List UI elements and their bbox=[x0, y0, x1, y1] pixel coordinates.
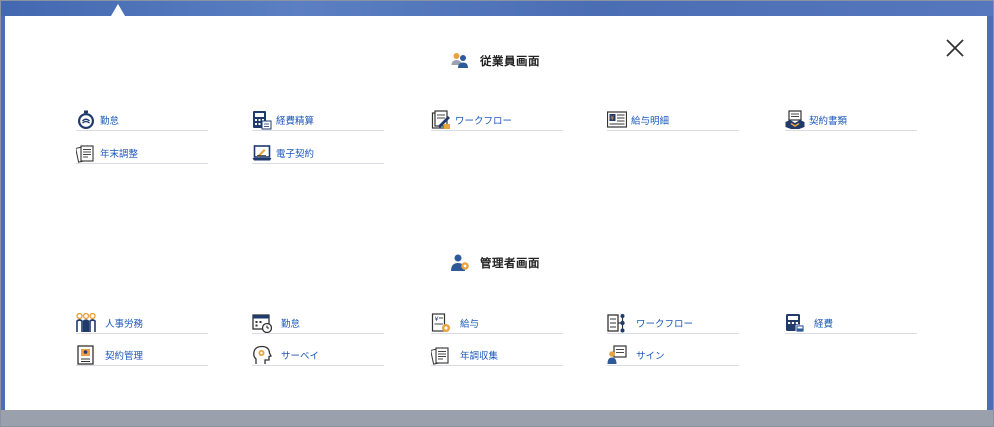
menu-item-payslip[interactable]: ¥ 給与明細 bbox=[607, 109, 739, 131]
menu-item-label: 人事労務 bbox=[105, 318, 144, 330]
menu-pointer-arrow bbox=[111, 4, 125, 16]
calendar-clock-icon bbox=[252, 313, 272, 333]
survey-head-icon bbox=[253, 345, 272, 364]
menu-item-contract-docs[interactable]: 契約書類 bbox=[785, 109, 917, 131]
menu-item-contract-management[interactable]: 契約管理 bbox=[76, 344, 208, 366]
menu-item-label: 契約管理 bbox=[105, 350, 144, 362]
employee-section-header: 従業員画面 bbox=[450, 51, 540, 71]
calculator-icon bbox=[786, 313, 805, 332]
menu-item-survey[interactable]: サーベイ bbox=[252, 344, 384, 366]
employee-section-title: 従業員画面 bbox=[480, 54, 540, 68]
menu-item-workflow[interactable]: ワークフロー bbox=[431, 109, 563, 131]
menu-item-expense[interactable]: 経費精算 bbox=[252, 109, 384, 131]
menu-item-e-contract[interactable]: 電子契約 bbox=[252, 142, 384, 164]
menu-item-label: 電子契約 bbox=[276, 148, 315, 160]
flowchart-icon bbox=[607, 313, 625, 332]
menu-item-admin-attendance[interactable]: 勤怠 bbox=[252, 312, 384, 334]
e-sign-laptop-icon bbox=[252, 144, 272, 160]
menu-item-label: ワークフロー bbox=[455, 115, 513, 127]
menu-item-label: サイン bbox=[636, 350, 665, 362]
menu-item-admin-workflow[interactable]: ワークフロー bbox=[607, 312, 739, 334]
menu-item-year-end-adjustment[interactable]: 年末調整 bbox=[76, 142, 208, 164]
close-button[interactable] bbox=[942, 35, 968, 61]
approval-document-icon bbox=[431, 109, 450, 129]
admin-section-title: 管理者画面 bbox=[480, 256, 540, 270]
menu-item-sign[interactable]: サイン bbox=[607, 344, 739, 366]
close-icon bbox=[946, 39, 964, 57]
menu-item-year-end-collection[interactable]: 年調収集 bbox=[431, 344, 563, 366]
menu-item-label: 勤怠 bbox=[100, 115, 120, 127]
calculator-document-icon bbox=[253, 110, 272, 129]
handshake-document-icon bbox=[785, 109, 805, 129]
menu-item-label: 経費 bbox=[814, 318, 834, 330]
menu-item-label: ワークフロー bbox=[636, 318, 694, 330]
payslip-icon: ¥ bbox=[607, 110, 627, 128]
menu-item-label: 年調収集 bbox=[460, 350, 499, 362]
tax-collection-icon bbox=[431, 346, 449, 365]
tax-forms-icon bbox=[76, 144, 94, 163]
menu-item-admin-expense[interactable]: 経費 bbox=[785, 312, 917, 334]
people-icon bbox=[76, 312, 96, 332]
menu-item-attendance[interactable]: 勤怠 bbox=[76, 109, 208, 131]
contract-binder-icon bbox=[77, 344, 94, 365]
menu-item-label: 契約書類 bbox=[809, 115, 848, 127]
sign-person-icon bbox=[607, 344, 627, 364]
admin-section-header: 管理者画面 bbox=[450, 253, 540, 273]
svg-text:¥: ¥ bbox=[610, 115, 614, 122]
admin-person-gear-icon bbox=[451, 254, 469, 271]
app-header-backdrop bbox=[0, 0, 994, 16]
menu-item-label: 年末調整 bbox=[100, 148, 139, 160]
menu-item-label: 給与明細 bbox=[631, 115, 670, 127]
payroll-gear-icon: ¥ bbox=[431, 312, 450, 332]
menu-item-hr-labor[interactable]: 人事労務 bbox=[76, 312, 208, 334]
svg-text:¥: ¥ bbox=[435, 315, 439, 323]
menu-item-label: 経費精算 bbox=[276, 115, 315, 127]
menu-item-payroll[interactable]: ¥ 給与 bbox=[431, 312, 563, 334]
menu-item-label: サーベイ bbox=[281, 350, 320, 362]
employees-icon bbox=[451, 53, 468, 68]
menu-item-label: 給与 bbox=[460, 318, 480, 330]
menu-item-label: 勤怠 bbox=[281, 318, 301, 330]
page-backdrop-bottom bbox=[0, 410, 994, 427]
stopwatch-icon bbox=[78, 110, 94, 129]
